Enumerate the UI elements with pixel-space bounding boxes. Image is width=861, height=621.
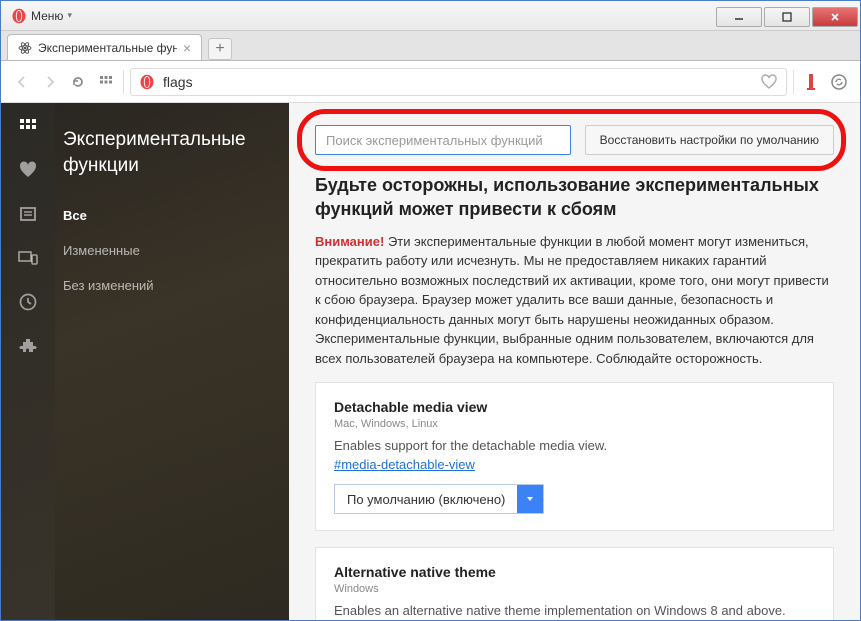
- flag-search-input[interactable]: [315, 125, 571, 155]
- rail-history-icon[interactable]: [17, 291, 39, 313]
- settings-icon-rail: [1, 103, 55, 620]
- new-tab-button[interactable]: +: [208, 38, 232, 60]
- rail-news-icon[interactable]: [17, 203, 39, 225]
- warning-attention: Внимание!: [315, 234, 384, 249]
- address-toolbar: [1, 61, 860, 103]
- window-close-button[interactable]: [812, 7, 858, 27]
- browser-tab[interactable]: Экспериментальные фун ×: [7, 34, 202, 60]
- chevron-down-icon: ▾: [67, 10, 72, 21]
- flag-platforms: Windows: [334, 583, 815, 595]
- bookmark-heart-icon[interactable]: [760, 73, 778, 91]
- flag-description: Enables an alternative native theme impl…: [334, 603, 815, 618]
- search-row: Восстановить настройки по умолчанию: [289, 103, 860, 173]
- window-controls: [716, 5, 860, 27]
- toolbar-divider: [123, 70, 124, 94]
- flag-platforms: Mac, Windows, Linux: [334, 418, 815, 430]
- flag-card: Alternative native theme Windows Enables…: [315, 547, 834, 620]
- flag-anchor-link[interactable]: #media-detachable-view: [334, 457, 475, 472]
- toolbar-divider: [793, 70, 794, 94]
- sidebar-title: Экспериментальные функции: [55, 127, 289, 198]
- warning-text: Внимание! Эти экспериментальные функции …: [315, 232, 834, 369]
- main-panel: Восстановить настройки по умолчанию Будь…: [289, 103, 860, 620]
- sidebar-item-changed[interactable]: Измененные: [55, 233, 289, 268]
- app-menu-label: Меню: [31, 9, 63, 23]
- window-maximize-button[interactable]: [764, 7, 810, 27]
- warning-heading: Будьте осторожны, использование эксперим…: [315, 173, 834, 222]
- tab-strip: Экспериментальные фун × +: [1, 31, 860, 61]
- address-input[interactable]: [163, 74, 752, 90]
- nav-reload-button[interactable]: [67, 71, 89, 93]
- tab-close-button[interactable]: ×: [183, 41, 191, 55]
- flag-title: Alternative native theme: [334, 564, 815, 580]
- address-field[interactable]: [130, 68, 787, 96]
- flag-select-value: По умолчанию (включено): [335, 492, 517, 507]
- sync-icon[interactable]: [828, 71, 850, 93]
- app-menu-button[interactable]: Меню ▾: [1, 1, 82, 30]
- sidebar-item-all[interactable]: Все: [55, 198, 289, 233]
- chevron-down-icon: [517, 485, 543, 513]
- settings-sidebar: Экспериментальные функции Все Измененные…: [55, 103, 289, 620]
- flag-description: Enables support for the detachable media…: [334, 438, 815, 453]
- flag-card: Detachable media view Mac, Windows, Linu…: [315, 382, 834, 531]
- nav-back-button[interactable]: [11, 71, 33, 93]
- tab-title: Экспериментальные фун: [38, 41, 177, 55]
- extension-icon[interactable]: [800, 71, 822, 93]
- window-titlebar: Меню ▾: [1, 1, 860, 31]
- rail-flags-icon[interactable]: [17, 115, 39, 137]
- opera-logo-icon: [11, 8, 27, 24]
- rail-extensions-icon[interactable]: [17, 335, 39, 357]
- window-minimize-button[interactable]: [716, 7, 762, 27]
- page-content: Экспериментальные функции Все Измененные…: [1, 103, 860, 620]
- warning-body: Эти экспериментальные функции в любой мо…: [315, 234, 829, 366]
- reset-defaults-button[interactable]: Восстановить настройки по умолчанию: [585, 125, 834, 155]
- flag-title: Detachable media view: [334, 399, 815, 415]
- flag-state-select[interactable]: По умолчанию (включено): [334, 484, 544, 514]
- rail-devices-icon[interactable]: [17, 247, 39, 269]
- opera-badge-icon: [139, 74, 155, 90]
- warning-block: Будьте осторожны, использование эксперим…: [289, 173, 860, 382]
- speed-dial-button[interactable]: [95, 71, 117, 93]
- nav-forward-button[interactable]: [39, 71, 61, 93]
- rail-heart-icon[interactable]: [17, 159, 39, 181]
- sidebar-item-unchanged[interactable]: Без изменений: [55, 268, 289, 303]
- atom-icon: [18, 41, 32, 55]
